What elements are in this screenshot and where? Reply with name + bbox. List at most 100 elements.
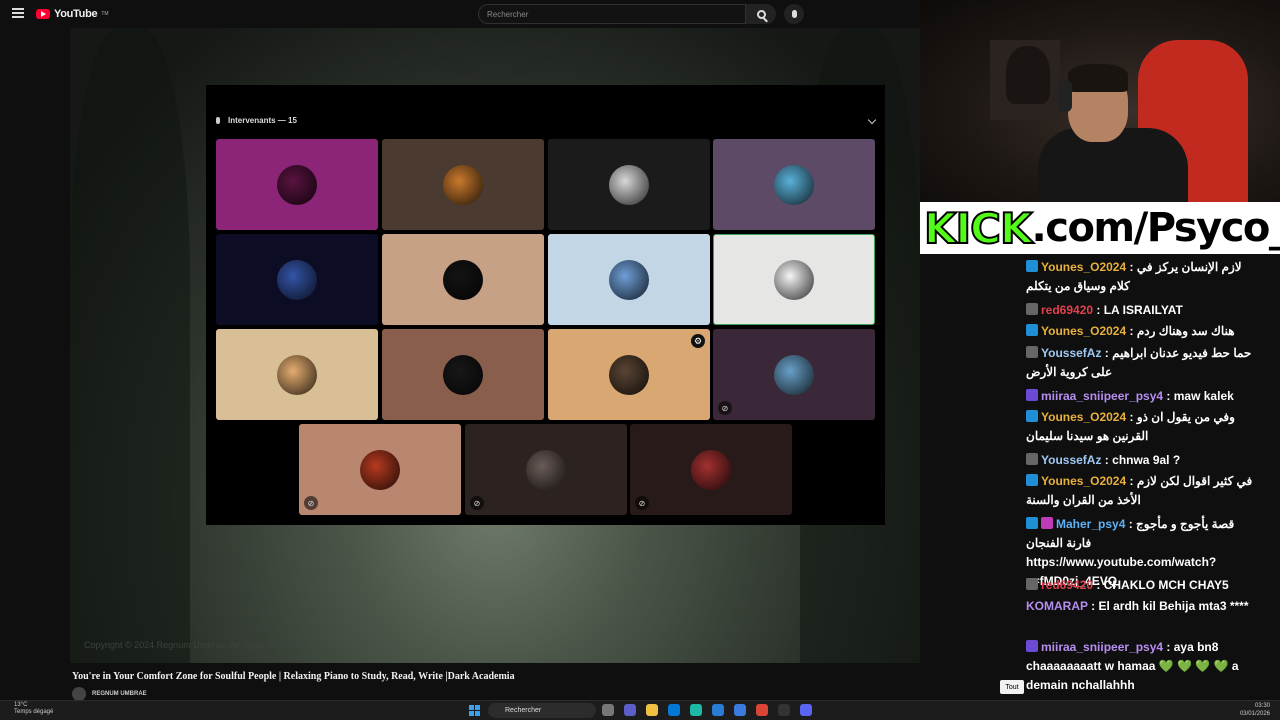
start-button[interactable] bbox=[469, 705, 480, 716]
speaker-avatar bbox=[691, 449, 731, 490]
speaker-avatar bbox=[774, 164, 814, 205]
filter-tout-chip[interactable]: Tout bbox=[1000, 680, 1024, 694]
clock[interactable]: 03:30 03/01/2026 bbox=[1240, 702, 1270, 718]
speaker-avatar bbox=[277, 354, 317, 395]
chat-username[interactable]: Maher_psy4 bbox=[1056, 517, 1125, 531]
chat-message: miiraa_sniipeer_psy4 : maw kalek bbox=[1026, 387, 1258, 406]
speakers-header: Intervenants — 15 bbox=[216, 116, 297, 125]
speaker-tile[interactable] bbox=[382, 139, 544, 230]
edge-browser-icon[interactable] bbox=[690, 704, 702, 716]
weather-temp: 13°C bbox=[14, 702, 28, 708]
speaker-avatar bbox=[609, 164, 649, 205]
youtube-play-icon bbox=[36, 9, 50, 19]
speaker-avatar bbox=[774, 259, 814, 300]
speaker-tile[interactable]: ⊘ bbox=[713, 329, 875, 420]
speaker-avatar bbox=[609, 354, 649, 395]
gear-icon[interactable]: ⚙ bbox=[691, 334, 705, 348]
search-icon bbox=[756, 9, 766, 19]
kick-url: .com/Psyco_M bbox=[1031, 205, 1280, 251]
blue-badge-icon bbox=[1026, 474, 1038, 486]
gray-badge-icon bbox=[1026, 303, 1038, 315]
chat-text: chnwa 9al ? bbox=[1112, 453, 1181, 467]
clock-date: 03/01/2026 bbox=[1239, 711, 1270, 717]
speaker-tile[interactable] bbox=[216, 234, 378, 325]
blue-badge-icon bbox=[1026, 410, 1038, 422]
speaker-tile[interactable] bbox=[713, 234, 875, 325]
channel-name[interactable]: REGNUM UMBRAE bbox=[92, 691, 147, 697]
voice-search-button[interactable] bbox=[784, 4, 804, 24]
chat-username[interactable]: KOMARAP bbox=[1026, 599, 1088, 613]
taskbar-search[interactable]: Rechercher bbox=[488, 703, 596, 718]
speaker-avatar bbox=[774, 354, 814, 395]
discord-icon[interactable] bbox=[800, 704, 812, 716]
teams-icon[interactable] bbox=[624, 704, 636, 716]
blue-badge-icon bbox=[1026, 517, 1038, 529]
search-button[interactable] bbox=[746, 4, 776, 24]
speaker-avatar bbox=[609, 259, 649, 300]
youtube-topbar: YouTube TM Rechercher bbox=[0, 0, 920, 28]
headphones-icon bbox=[1058, 80, 1072, 112]
channel-info[interactable]: REGNUM UMBRAE bbox=[72, 687, 147, 701]
store-icon[interactable] bbox=[734, 704, 746, 716]
speaker-tile[interactable]: ⚙ bbox=[548, 329, 710, 420]
chat-message: YoussefAz : chnwa 9al ? bbox=[1026, 451, 1258, 470]
blue-badge-icon bbox=[1026, 260, 1038, 272]
speaker-tile[interactable] bbox=[548, 234, 710, 325]
kick-banner: KICK .com/Psyco_M bbox=[920, 202, 1280, 254]
chat-username[interactable]: YoussefAz bbox=[1041, 453, 1101, 467]
chat-text: maw kalek bbox=[1173, 389, 1234, 403]
speaker-tile[interactable] bbox=[216, 139, 378, 230]
mail-icon[interactable] bbox=[712, 704, 724, 716]
chat-username[interactable]: Younes_O2024 bbox=[1041, 474, 1126, 488]
weather-desc: Temps dégagé bbox=[14, 709, 54, 715]
youtube-logo[interactable]: YouTube TM bbox=[36, 8, 109, 20]
youtube-logo-text: YouTube bbox=[54, 8, 98, 20]
speaker-avatar bbox=[277, 164, 317, 205]
menu-icon[interactable] bbox=[12, 8, 24, 18]
chat-username[interactable]: Younes_O2024 bbox=[1041, 324, 1126, 338]
speaker-tile[interactable] bbox=[713, 139, 875, 230]
gray-badge-icon bbox=[1026, 578, 1038, 590]
app-icon[interactable] bbox=[778, 704, 790, 716]
search-input[interactable]: Rechercher bbox=[478, 4, 746, 24]
chrome-icon[interactable] bbox=[756, 704, 768, 716]
chat-text: هناك سد وهناك ردم bbox=[1136, 324, 1235, 338]
chat-username[interactable]: Younes_O2024 bbox=[1041, 260, 1126, 274]
chat-message: red69420 : LA ISRAILYAT bbox=[1026, 301, 1258, 320]
chevron-down-icon[interactable] bbox=[867, 115, 877, 125]
chat-message: Younes_O2024 : في كثير اقوال لكن لازم ال… bbox=[1026, 474, 1253, 507]
gray-badge-icon bbox=[1026, 346, 1038, 358]
kick-brand: KICK bbox=[923, 203, 1034, 254]
speaker-tile[interactable]: ⊘ bbox=[630, 424, 792, 515]
chat-message: Younes_O2024 : هناك سد وهناك ردم bbox=[1026, 322, 1258, 341]
speaker-avatar bbox=[277, 259, 317, 300]
chat-username[interactable]: Younes_O2024 bbox=[1041, 410, 1126, 424]
speaker-tile[interactable] bbox=[382, 234, 544, 325]
chat-text: LA ISRAILYAT bbox=[1103, 303, 1183, 317]
mic-muted-icon: ⊘ bbox=[718, 401, 732, 415]
speaker-tile[interactable] bbox=[216, 329, 378, 420]
task-view-icon[interactable] bbox=[602, 704, 614, 716]
edge-icon[interactable] bbox=[668, 704, 680, 716]
channel-avatar[interactable] bbox=[72, 687, 86, 701]
purple-badge-icon bbox=[1026, 389, 1038, 401]
chat-username[interactable]: YoussefAz bbox=[1041, 346, 1101, 360]
streamer-webcam bbox=[920, 0, 1280, 202]
speaker-tile[interactable] bbox=[548, 139, 710, 230]
speaker-tile[interactable]: ⊘ bbox=[299, 424, 461, 515]
chat-username[interactable]: red69420 bbox=[1041, 578, 1093, 592]
speaker-tile[interactable]: ⊘ bbox=[465, 424, 627, 515]
chat-username[interactable]: miiraa_sniipeer_psy4 bbox=[1041, 389, 1163, 403]
speakers-count-label: Intervenants — 15 bbox=[228, 116, 297, 125]
chat-message: red69420 : CHAKLO MCH CHAY5 bbox=[1026, 576, 1258, 595]
chat-text: El ardh kil Behija mta3 **** bbox=[1098, 599, 1249, 613]
speaker-avatar bbox=[443, 259, 483, 300]
speaker-tile[interactable] bbox=[382, 329, 544, 420]
speaker-avatar bbox=[443, 354, 483, 395]
weather-widget[interactable]: 13°C Temps dégagé bbox=[14, 702, 53, 716]
chat-username[interactable]: red69420 bbox=[1041, 303, 1093, 317]
speaker-avatar bbox=[360, 449, 400, 490]
chat-username[interactable]: miiraa_sniipeer_psy4 bbox=[1041, 640, 1163, 654]
file-explorer-icon[interactable] bbox=[646, 704, 658, 716]
chat-message: Younes_O2024 : لازم الإنسان يركز في كلام… bbox=[1026, 260, 1242, 293]
